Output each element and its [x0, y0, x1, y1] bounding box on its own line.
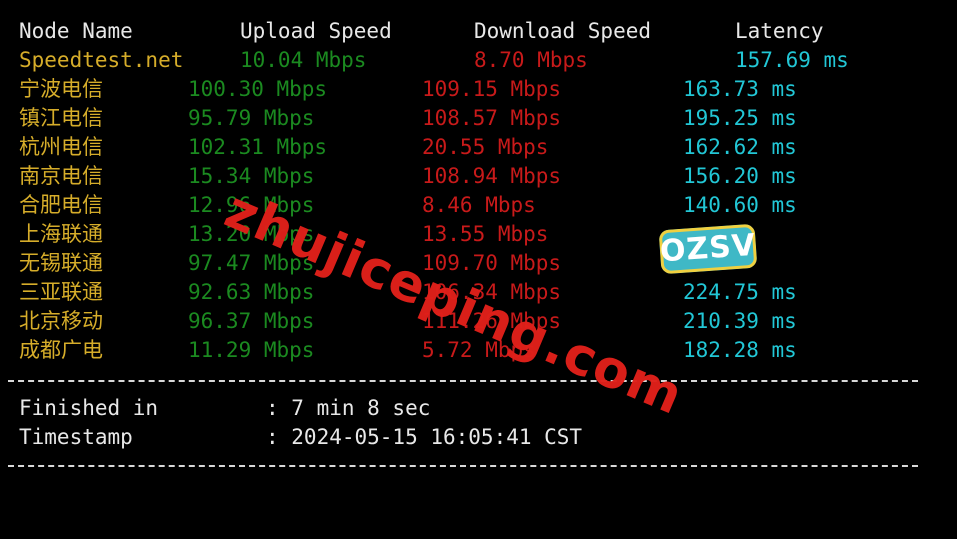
- table-row: 合肥电信 12.96 Mbps 8.46 Mbps 140.60 ms: [0, 191, 797, 220]
- table-row: Speedtest.net 10.04 Mbps 8.70 Mbps 157.6…: [0, 46, 849, 75]
- row-node-name: 宁波电信: [19, 77, 103, 101]
- summary-timestamp-row: Timestamp : 2024-05-15 16:05:41 CST: [0, 423, 582, 452]
- row-upload-speed: 92.63 Mbps: [188, 280, 315, 304]
- row-download-speed: 8.46 Mbps: [422, 193, 536, 217]
- row-upload-speed: 100.30 Mbps: [188, 77, 328, 101]
- row-latency: 195.25 ms: [683, 106, 797, 130]
- terminal-output: Node Name Upload Speed Download Speed La…: [0, 0, 957, 474]
- header-upload-speed: Upload Speed: [240, 19, 392, 43]
- header-node-name: Node Name: [19, 19, 133, 43]
- row-download-speed: 8.70 Mbps: [474, 48, 588, 72]
- row-node-name: 杭州电信: [19, 135, 103, 159]
- row-upload-speed: 102.31 Mbps: [188, 135, 328, 159]
- row-node-name: Speedtest.net: [19, 48, 184, 72]
- timestamp-value: : 2024-05-15 16:05:41 CST: [266, 425, 583, 449]
- row-latency: 210.39 ms: [683, 309, 797, 333]
- row-node-name: 三亚联通: [19, 280, 103, 304]
- row-download-speed: 13.55 Mbps: [422, 222, 549, 246]
- row-upload-speed: 10.04 Mbps: [240, 48, 367, 72]
- row-latency: 156.20 ms: [683, 164, 797, 188]
- table-row: 成都广电 11.29 Mbps 5.72 Mbps 182.28 ms: [0, 336, 797, 365]
- row-upload-speed: 95.79 Mbps: [188, 106, 315, 130]
- row-node-name: 无锡联通: [19, 251, 103, 275]
- table-row: 上海联通 13.20 Mbps 13.55 Mbps: [0, 220, 548, 249]
- row-latency: 157.69 ms: [735, 48, 849, 72]
- header-download-speed: Download Speed: [474, 19, 652, 43]
- table-row: 杭州电信 102.31 Mbps 20.55 Mbps 162.62 ms: [0, 133, 797, 162]
- table-row: 北京移动 96.37 Mbps 111.26 Mbps 210.39 ms: [0, 307, 797, 336]
- row-upload-speed: 96.37 Mbps: [188, 309, 315, 333]
- row-download-speed: 108.94 Mbps: [422, 164, 562, 188]
- table-row: 镇江电信 95.79 Mbps 108.57 Mbps 195.25 ms: [0, 104, 797, 133]
- finished-label: Finished in: [19, 396, 159, 420]
- table-row: 三亚联通 92.63 Mbps 106.34 Mbps 224.75 ms: [0, 278, 797, 307]
- dashed-separator-bottom: [8, 465, 918, 467]
- row-download-speed: 109.15 Mbps: [422, 77, 562, 101]
- row-latency: 224.75 ms: [683, 280, 797, 304]
- table-header: Node Name Upload Speed Download Speed La…: [0, 17, 824, 46]
- row-node-name: 上海联通: [19, 222, 103, 246]
- table-row: 宁波电信 100.30 Mbps 109.15 Mbps 163.73 ms: [0, 75, 797, 104]
- timestamp-label: Timestamp: [19, 425, 133, 449]
- row-download-speed: 108.57 Mbps: [422, 106, 562, 130]
- dashed-separator-top: [8, 380, 918, 382]
- row-upload-speed: 11.29 Mbps: [188, 338, 315, 362]
- summary-finished-row: Finished in : 7 min 8 sec: [0, 394, 430, 423]
- row-download-speed: 20.55 Mbps: [422, 135, 549, 159]
- ozsv-logo-badge: OZSV: [658, 223, 758, 275]
- row-node-name: 镇江电信: [19, 106, 103, 130]
- row-node-name: 南京电信: [19, 164, 103, 188]
- header-latency: Latency: [735, 19, 824, 43]
- row-latency: 182.28 ms: [683, 338, 797, 362]
- row-node-name: 北京移动: [19, 309, 103, 333]
- row-latency: 162.62 ms: [683, 135, 797, 159]
- row-latency: 140.60 ms: [683, 193, 797, 217]
- row-latency: 163.73 ms: [683, 77, 797, 101]
- table-row: 南京电信 15.34 Mbps 108.94 Mbps 156.20 ms: [0, 162, 797, 191]
- finished-value: : 7 min 8 sec: [266, 396, 431, 420]
- table-row: 无锡联通 97.47 Mbps 109.70 Mbps: [0, 249, 561, 278]
- row-node-name: 成都广电: [19, 338, 103, 362]
- row-node-name: 合肥电信: [19, 193, 103, 217]
